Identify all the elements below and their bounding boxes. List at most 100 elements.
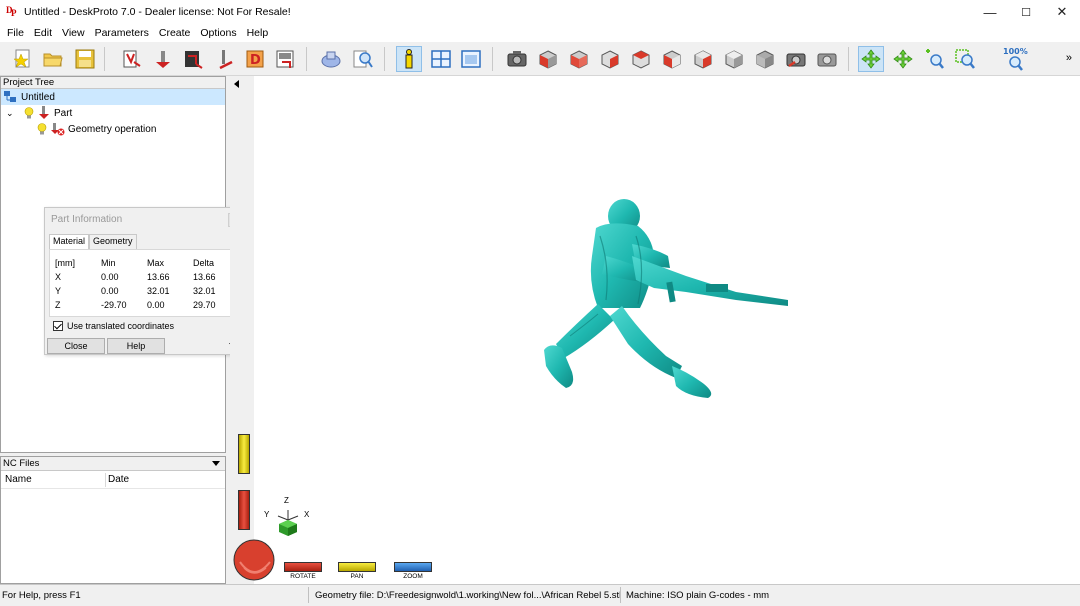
- table-header-delta: Delta: [193, 258, 215, 268]
- nc-files-panel: NC Files Name Date: [0, 456, 226, 584]
- axis-label-x: X: [304, 510, 310, 519]
- left-mouse-pan-icon: [238, 434, 250, 474]
- menu-file[interactable]: File: [2, 27, 29, 39]
- close-button[interactable]: Close: [47, 338, 105, 354]
- vector-operation-icon[interactable]: [212, 46, 238, 72]
- part-parameters-icon[interactable]: [150, 46, 176, 72]
- simulation-icon[interactable]: [350, 46, 376, 72]
- rotate-view-icon[interactable]: [858, 46, 884, 72]
- table-row-label: X: [55, 272, 62, 282]
- render-camera-icon[interactable]: [783, 46, 809, 72]
- tree-item-part[interactable]: ⌄ Part: [1, 105, 225, 121]
- table-cell: 32.01: [147, 286, 170, 296]
- lightbulb-icon[interactable]: [37, 123, 47, 135]
- toolpath-preview-icon[interactable]: [318, 46, 344, 72]
- menu-options[interactable]: Options: [195, 27, 241, 39]
- zoom-in-icon[interactable]: [921, 46, 947, 72]
- nc-files-header: NC Files: [1, 457, 225, 471]
- left-mouse-rotate-icon: [238, 490, 250, 530]
- column-header-date[interactable]: Date: [108, 474, 129, 485]
- zoom-100-label: 100%: [1003, 47, 1028, 56]
- mouse-mode-indicator-icon: [233, 539, 275, 581]
- window-title: Untitled - DeskProto 7.0 - Dealer licens…: [24, 6, 291, 18]
- minimize-button[interactable]: —: [972, 0, 1008, 24]
- tree-item-project[interactable]: Untitled: [1, 89, 225, 105]
- toolbar-overflow-button[interactable]: »: [1066, 52, 1072, 64]
- menu-parameters[interactable]: Parameters: [90, 27, 154, 39]
- part-dimensions-table: [mm] Min Max Delta X 0.00 13.66 13.66 Y …: [49, 249, 242, 317]
- tab-geometry[interactable]: Geometry: [89, 234, 137, 249]
- menu-edit[interactable]: Edit: [29, 27, 57, 39]
- translated-coords-checkbox-row[interactable]: Use translated coordinates: [53, 321, 174, 331]
- title-bar: DP Untitled - DeskProto 7.0 - Dealer lic…: [0, 0, 1080, 24]
- screenshot-camera-icon[interactable]: [504, 46, 530, 72]
- view-top-icon[interactable]: [690, 46, 716, 72]
- maximize-button[interactable]: ☐: [1008, 0, 1044, 24]
- view-front-icon[interactable]: [566, 46, 592, 72]
- zoom-mode-badge: [394, 562, 432, 572]
- zoom-100-icon[interactable]: 100%: [1000, 46, 1030, 72]
- export-nc-icon[interactable]: [272, 46, 298, 72]
- render-options-icon[interactable]: [814, 46, 840, 72]
- translated-coords-checkbox[interactable]: [53, 321, 63, 331]
- axis-label-y: Y: [264, 510, 270, 519]
- viewport-left-strip: [230, 76, 254, 584]
- operation-disabled-icon: [51, 122, 65, 136]
- zoom-window-icon[interactable]: [952, 46, 978, 72]
- table-cell: 13.66: [193, 272, 216, 282]
- table-cell: -29.70: [101, 300, 127, 310]
- 3d-model-figure[interactable]: [536, 196, 796, 426]
- project-tree-header: Project Tree: [1, 77, 225, 89]
- status-machine: Machine: ISO plain G-codes - mm: [626, 590, 770, 601]
- menu-create[interactable]: Create: [154, 27, 196, 39]
- nc-files-column-headers: Name Date: [1, 471, 225, 489]
- save-icon[interactable]: [72, 46, 98, 72]
- chevron-down-icon[interactable]: ⌄: [6, 108, 18, 119]
- rotate-mode-badge: [284, 562, 322, 572]
- view-iso-icon[interactable]: [535, 46, 561, 72]
- pan-mode-label: PAN: [350, 573, 364, 580]
- menu-view[interactable]: View: [57, 27, 90, 39]
- zoom-mode-label: ZOOM: [403, 573, 423, 580]
- new-project-icon[interactable]: [10, 46, 36, 72]
- tree-item-operation-label: Geometry operation: [68, 123, 157, 135]
- collapse-arrow-icon[interactable]: [234, 80, 239, 88]
- view-left-icon[interactable]: [659, 46, 685, 72]
- operation-parameters-icon[interactable]: [180, 46, 206, 72]
- tab-material[interactable]: Material: [49, 234, 90, 249]
- table-cell: 0.00: [101, 272, 119, 282]
- 3d-viewport[interactable]: Z Y X ROTATE PAN ZOOM: [230, 76, 1080, 584]
- lightbulb-icon[interactable]: [24, 107, 34, 119]
- axis-label-z: Z: [284, 496, 289, 505]
- table-header-min: Min: [101, 258, 116, 268]
- part-info-title: Part Information: [51, 213, 123, 225]
- translated-coords-label: Use translated coordinates: [67, 321, 175, 331]
- close-button[interactable]: ✕: [1044, 0, 1080, 24]
- table-row-label: Z: [55, 300, 61, 310]
- open-folder-icon[interactable]: [40, 46, 66, 72]
- table-header-unit: [mm]: [55, 258, 75, 268]
- part-info-icon[interactable]: [396, 46, 422, 72]
- menu-help[interactable]: Help: [242, 27, 274, 39]
- menu-bar: File Edit View Parameters Create Options…: [0, 24, 1080, 42]
- nc-files-dropdown-icon[interactable]: [212, 461, 220, 466]
- table-cell: 32.01: [193, 286, 216, 296]
- pan-view-icon[interactable]: [890, 46, 916, 72]
- table-cell: 0.00: [147, 300, 165, 310]
- table-cell: 13.66: [147, 272, 170, 282]
- bitmap-operation-icon[interactable]: D: [242, 46, 268, 72]
- help-button[interactable]: Help: [107, 338, 165, 354]
- pan-mode-badge: [338, 562, 376, 572]
- column-divider[interactable]: [105, 473, 106, 487]
- rotate-mode-label: ROTATE: [290, 573, 316, 580]
- tree-item-operation[interactable]: Geometry operation: [1, 121, 225, 137]
- view-back-icon[interactable]: [628, 46, 654, 72]
- multiple-views-icon[interactable]: [428, 46, 454, 72]
- load-geometry-icon[interactable]: [118, 46, 144, 72]
- view-bottom-icon[interactable]: [721, 46, 747, 72]
- single-view-icon[interactable]: [458, 46, 484, 72]
- view-right-icon[interactable]: [597, 46, 623, 72]
- view-cube-grey-icon[interactable]: [752, 46, 778, 72]
- column-header-name[interactable]: Name: [5, 474, 105, 485]
- axis-cube-icon: [277, 510, 299, 536]
